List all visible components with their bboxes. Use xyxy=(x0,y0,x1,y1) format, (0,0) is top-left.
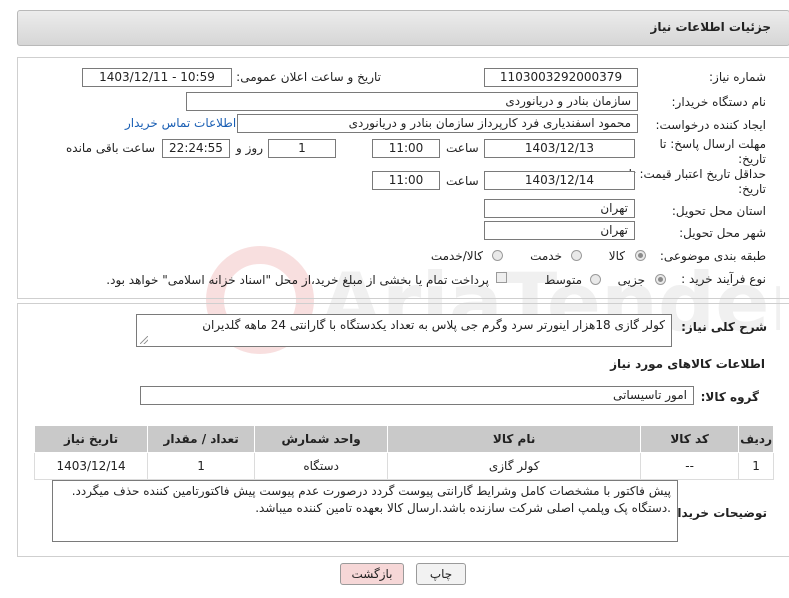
buyer-org-label: نام دستگاه خریدار: xyxy=(671,95,767,109)
goods-group-label: گروه کالا: xyxy=(700,390,759,404)
col-goods-code: کد کالا xyxy=(640,425,740,453)
buyer-notes-textarea[interactable]: پیش فاکتور با مشخصات کامل وشرایط گارانتی… xyxy=(52,480,678,542)
cell-goods-name: کولر گازی xyxy=(387,452,642,480)
purchase-radio-medium[interactable] xyxy=(590,274,601,285)
col-row-number: ردیف xyxy=(738,425,774,453)
cell-row-number: 1 xyxy=(738,452,774,480)
need-number-label: شماره نیاز: xyxy=(709,70,766,84)
days-remaining-field[interactable]: 1 xyxy=(268,139,336,158)
print-button[interactable]: چاپ xyxy=(416,563,466,585)
validity-time-label: ساعت xyxy=(446,174,479,188)
description-label: شرح کلی نیاز: xyxy=(681,320,767,334)
province-label: استان محل تحویل: xyxy=(671,204,766,218)
header-bar: جزئیات اطلاعات نیاز xyxy=(17,10,789,46)
treasury-payment-note: پرداخت تمام یا بخشی از مبلغ خرید،از محل … xyxy=(106,273,489,287)
col-quantity: تعداد / مقدار xyxy=(147,425,256,453)
cell-unit: دستگاه xyxy=(254,452,389,480)
purchase-radio-minor[interactable] xyxy=(655,274,666,285)
description-text: کولر گازی 18هزار اینورتر سرد وگرم جی پلا… xyxy=(202,318,665,332)
validity-date-label: تاریخ: xyxy=(738,182,766,196)
page-title: جزئیات اطلاعات نیاز xyxy=(650,20,771,34)
need-number-field[interactable]: 1103003292000379 xyxy=(484,68,638,87)
announce-label: تاریخ و ساعت اعلان عمومی: xyxy=(236,70,381,84)
purchase-option-medium: متوسط xyxy=(544,273,582,287)
col-need-date: تاریخ نیاز xyxy=(33,425,149,453)
col-unit: واحد شمارش xyxy=(254,425,389,453)
validity-date-field[interactable]: 1403/12/14 xyxy=(484,171,635,190)
purchase-option-minor: جزیی xyxy=(617,273,645,287)
creator-field[interactable]: محمود اسفندیاری فرد کارپرداز سازمان بناد… xyxy=(237,114,638,133)
category-option-service: خدمت xyxy=(530,249,562,263)
validity-time-field[interactable]: 11:00 xyxy=(372,171,440,190)
buyer-notes-line-2: .دستگاه پک وپلمپ اصلی شرکت سازنده باشد.ا… xyxy=(255,501,671,515)
buyer-notes-line-1: پیش فاکتور با مشخصات کامل وشرایط گارانتی… xyxy=(71,484,671,498)
category-label: طبقه بندی موضوعی: xyxy=(659,249,766,263)
treasury-payment-checkbox[interactable] xyxy=(496,272,507,283)
city-label: شهر محل تحویل: xyxy=(679,226,766,240)
deadline-date-label: تاریخ: xyxy=(738,152,766,166)
back-button[interactable]: بازگشت xyxy=(340,563,404,585)
table-row: 1 -- کولر گازی دستگاه 1 1403/12/14 xyxy=(33,452,774,480)
city-field[interactable]: تهران xyxy=(484,221,635,240)
validity-label: حداقل تاریخ اعتبار قیمت: تا xyxy=(628,167,766,181)
announce-datetime-field[interactable]: 1403/12/11 - 10:59 xyxy=(82,68,232,87)
col-goods-name: نام کالا xyxy=(387,425,642,453)
goods-table: ردیف کد کالا نام کالا واحد شمارش تعداد /… xyxy=(33,425,774,480)
description-textarea[interactable]: کولر گازی 18هزار اینورتر سرد وگرم جی پلا… xyxy=(136,314,672,347)
days-label: روز و xyxy=(236,141,263,155)
deadline-time-field[interactable]: 11:00 xyxy=(372,139,440,158)
remaining-time-field[interactable]: 22:24:55 xyxy=(162,139,230,158)
buyer-org-field[interactable]: سازمان بنادر و دریانوردی xyxy=(186,92,638,111)
remaining-time-label: ساعت باقی مانده xyxy=(66,141,156,155)
buyer-contact-link[interactable]: اطلاعات تماس خریدار xyxy=(125,116,236,130)
category-radio-service[interactable] xyxy=(571,250,582,261)
deadline-date-field[interactable]: 1403/12/13 xyxy=(484,139,635,158)
goods-group-field[interactable]: امور تاسیساتی xyxy=(140,386,694,405)
deadline-label: مهلت ارسال پاسخ: تا xyxy=(659,137,766,151)
province-field[interactable]: تهران xyxy=(484,199,635,218)
creator-label: ایجاد کننده درخواست: xyxy=(655,118,766,132)
buyer-notes-label: توضیحات خریدار: xyxy=(665,506,767,520)
deadline-time-label: ساعت xyxy=(446,141,479,155)
category-option-goods: کالا xyxy=(608,249,625,263)
category-radio-goods[interactable] xyxy=(635,250,646,261)
goods-info-title: اطلاعات کالاهای مورد نیاز xyxy=(610,357,765,371)
cell-quantity: 1 xyxy=(147,452,256,480)
cell-need-date: 1403/12/14 xyxy=(33,452,149,480)
table-header-row: ردیف کد کالا نام کالا واحد شمارش تعداد /… xyxy=(33,425,774,453)
resize-grip-icon[interactable] xyxy=(140,336,148,344)
purchase-type-label: نوع فرآیند خرید : xyxy=(681,272,766,286)
category-radio-goods-service[interactable] xyxy=(492,250,503,261)
category-option-goods-service: کالا/خدمت xyxy=(430,249,483,263)
cell-goods-code: -- xyxy=(640,452,740,480)
